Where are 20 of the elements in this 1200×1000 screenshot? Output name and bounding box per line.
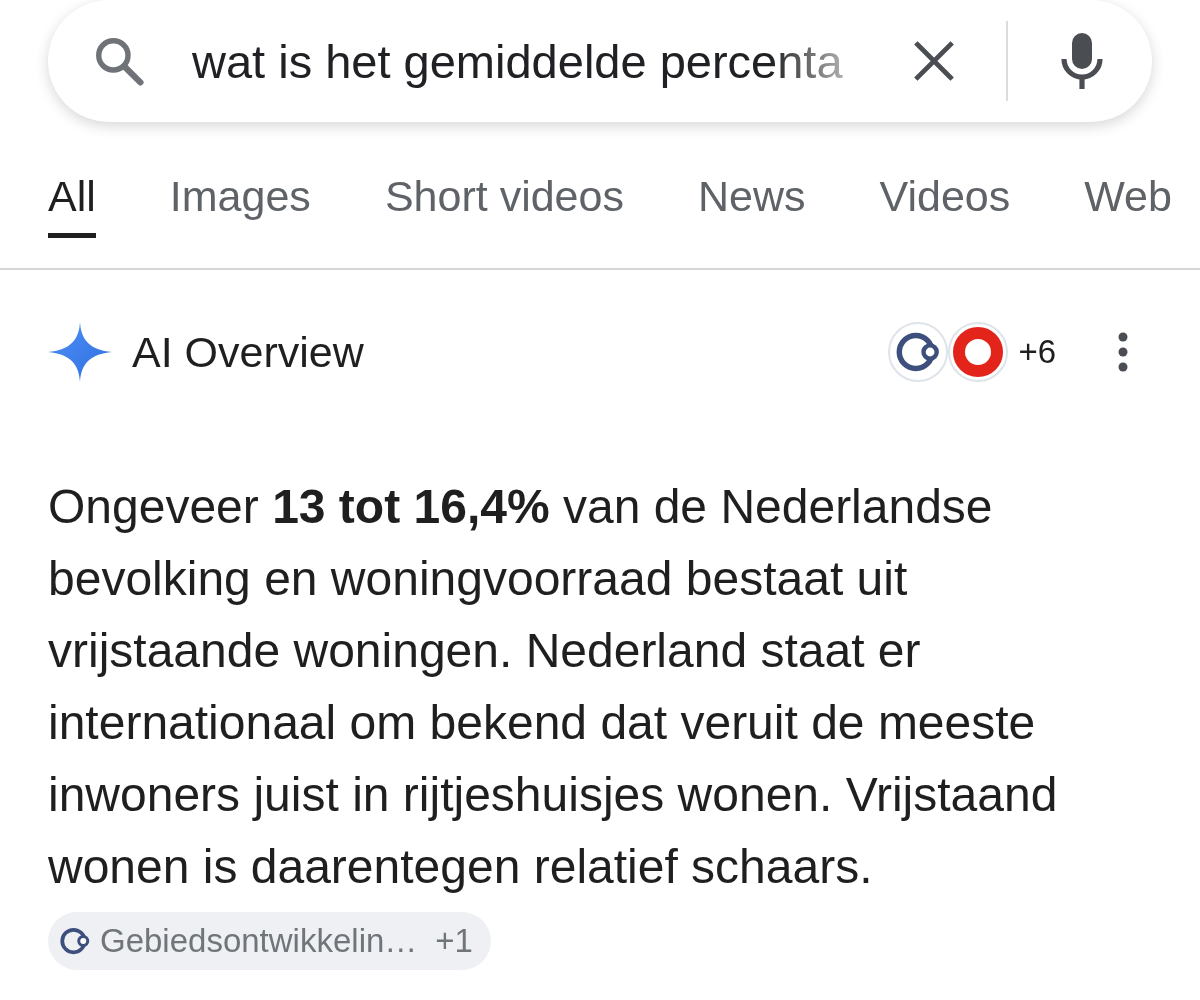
ring-logo-icon	[896, 330, 941, 374]
section-title: AI Overview	[132, 327, 364, 377]
tab[interactable]: Web	[1084, 171, 1172, 238]
tab[interactable]: Short videos	[384, 171, 624, 238]
ring-logo-icon	[953, 327, 1004, 377]
search-input[interactable]: wat is het gemiddelde percenta	[192, 33, 864, 89]
citation-chip[interactable]: Gebiedsontwikkelin… +1	[48, 912, 491, 970]
tab[interactable]: News	[698, 171, 806, 238]
tab[interactable]: Videos	[879, 171, 1011, 238]
close-icon[interactable]	[912, 39, 956, 83]
citation-count: +1	[435, 922, 473, 960]
ring-logo-icon	[60, 926, 90, 956]
more-options-icon[interactable]	[1118, 332, 1128, 372]
more-sources-count: +6	[1018, 333, 1056, 371]
tab[interactable]: Images	[169, 171, 311, 238]
citation-source: Gebiedsontwikkelin…	[100, 922, 418, 960]
tab[interactable]: All	[48, 171, 96, 238]
overview-paragraph: Ongeveer 13 tot 16,4% van de Nederlandse bevolking en woningvoorraad bestaat uit vrijstaande woningen. Nederland staat er internationaal om bekend dat veruit de meeste inwoners juist in rijtjeshuisjes wonen. Vrijstaand wonen is daarentegen relatief schaars.	[48, 479, 1059, 895]
search-bar[interactable]: wat is het gemiddelde percenta	[48, 0, 1152, 122]
microphone-icon[interactable]	[1060, 31, 1104, 91]
